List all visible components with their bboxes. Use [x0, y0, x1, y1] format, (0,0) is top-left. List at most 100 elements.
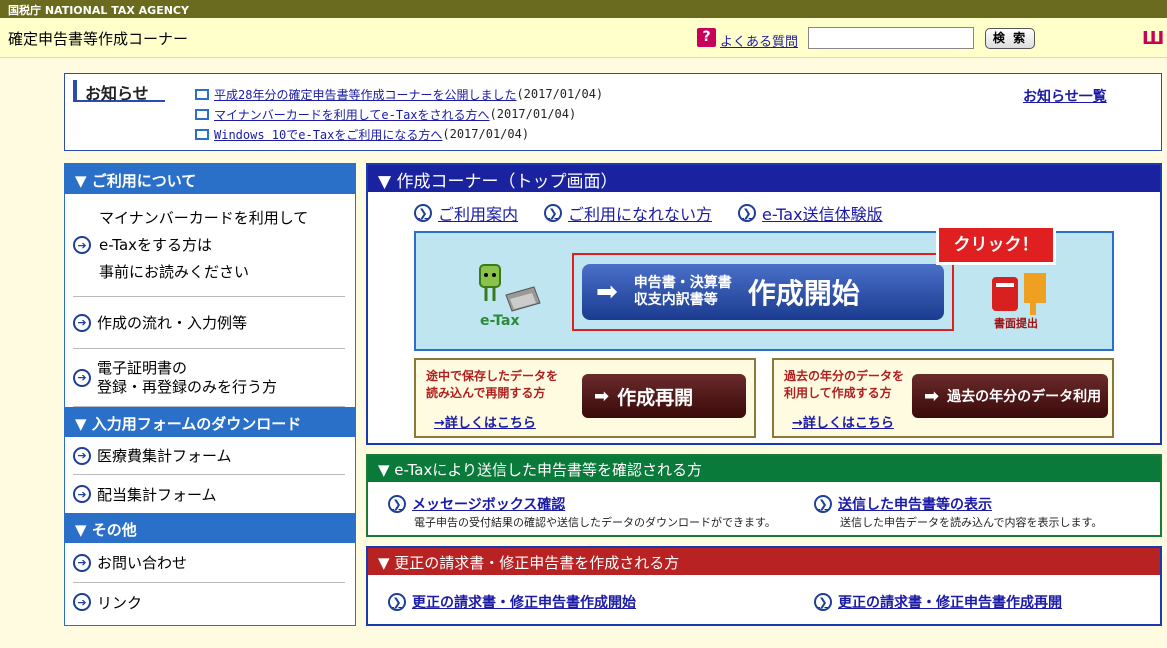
link-label: 更正の請求書・修正申告書作成開始	[412, 595, 636, 611]
sidebar-item-label: お問い合わせ	[97, 554, 188, 572]
sidebar-section-usage: ▼ ご利用について	[65, 164, 355, 194]
sidebar-item-label: 作成の流れ・入力例等	[97, 314, 248, 332]
etax-label: e-Tax	[480, 313, 520, 329]
correction-start-col: ❯ 更正の請求書・修正申告書作成開始	[388, 592, 636, 612]
message-box-link[interactable]: ❯ メッセージボックス確認	[388, 494, 776, 514]
sidebar-item-mynumber[interactable]: ➔ マイナンバーカードを利用して e-Taxをする方は 事前にお読みください	[73, 194, 345, 297]
news-link[interactable]: マイナンバーカードを利用してe-Taxをされる方へ	[214, 106, 490, 123]
sidebar-item-links[interactable]: ➔ リンク	[73, 583, 345, 621]
click-badge: クリック！	[936, 225, 1056, 265]
sublinks: ❯ ご利用案内 ❯ ご利用になれない方 ❯ e-Tax送信体験版	[414, 201, 883, 225]
sidebar: ▼ ご利用について ➔ マイナンバーカードを利用して e-Taxをする方は 事前…	[64, 163, 356, 626]
sidebar-section-other: ▼ その他	[65, 513, 355, 543]
news-all-link[interactable]: お知らせ一覧	[1023, 86, 1107, 106]
header: 確定申告書等作成コーナー ? よくある質問 検 索 Ш	[0, 18, 1167, 58]
etax-laptop-icon	[479, 264, 541, 312]
sidebar-item-label: 医療費集計フォーム	[97, 447, 232, 465]
past-data-button-label: 過去の年分のデータ利用	[947, 389, 1102, 405]
sidebar-item-flow[interactable]: ➔ 作成の流れ・入力例等	[73, 297, 345, 349]
news-list: 平成28年分の確定申告書等作成コーナーを公開しました (2017/01/04) …	[195, 84, 603, 144]
correction-panel: ▼ 更正の請求書・修正申告書を作成される方 ❯ 更正の請求書・修正申告書作成開始…	[366, 546, 1162, 626]
arrow-right-icon: ➡	[596, 277, 618, 307]
news-date: (2017/01/04)	[442, 127, 530, 141]
arrow-right-icon: ➔	[73, 368, 91, 387]
arrow-right-icon: ➡	[594, 385, 610, 407]
correction-resume-link[interactable]: ❯ 更正の請求書・修正申告書作成再開	[814, 592, 1062, 612]
page-title: 確定申告書等作成コーナー	[8, 30, 189, 48]
start-button[interactable]: ➡ 申告書・決算書 収支内訳書等 作成開始	[582, 264, 944, 320]
resume-button[interactable]: ➡ 作成再開	[582, 374, 746, 418]
start-subtitle: 申告書・決算書	[633, 275, 732, 291]
sidebar-item-label: 配当集計フォーム	[97, 485, 217, 504]
link-label: 更正の請求書・修正申告書作成再開	[838, 595, 1062, 611]
faq-icon[interactable]: ?	[697, 28, 716, 47]
sidebar-section-download: ▼ 入力用フォームのダウンロード	[65, 407, 355, 437]
mailbox-icon	[992, 273, 1046, 315]
past-data-desc: 過去の年分のデータを	[784, 369, 905, 383]
start-subtitle: 収支内訳書等	[633, 292, 718, 308]
resume-details-link[interactable]: →詳しくはこちら	[434, 412, 536, 431]
link-label: ご利用になれない方	[568, 205, 713, 224]
arrow-right-icon: ➔	[73, 485, 91, 503]
paper-label: 書面提出	[994, 317, 1038, 330]
message-box-desc: 電子申告の受付結果の確認や送信したデータのダウンロードができます。	[414, 516, 776, 529]
news-link[interactable]: Windows 10でe-Taxをご利用になる方へ	[214, 126, 442, 143]
link-unavailable[interactable]: ❯ ご利用になれない方	[544, 201, 712, 225]
chevron-right-icon: ❯	[414, 204, 432, 222]
sent-docs-link[interactable]: ❯ 送信した申告書等の表示	[814, 494, 1102, 514]
resume-button-label: 作成再開	[617, 386, 694, 409]
resume-desc: 読み込んで再開する方	[426, 386, 546, 400]
arrow-right-icon: ➔	[73, 593, 91, 611]
past-data-box: 過去の年分のデータを 利用して作成する方 →詳しくはこちら ➡ 過去の年分のデー…	[772, 358, 1114, 438]
sidebar-item-label: e-Taxをする方は	[99, 235, 213, 254]
link-etax-trial[interactable]: ❯ e-Tax送信体験版	[738, 201, 883, 225]
start-frame: ➡ 申告書・決算書 収支内訳書等 作成開始	[572, 253, 954, 331]
news-panel: お知らせ 平成28年分の確定申告書等作成コーナーを公開しました (2017/01…	[64, 73, 1162, 151]
sidebar-item-label: 電子証明書の	[97, 358, 188, 377]
sidebar-item-contact[interactable]: ➔ お問い合わせ	[73, 543, 345, 583]
arrow-right-icon: ➔	[73, 446, 91, 465]
link-guide[interactable]: ❯ ご利用案内	[414, 201, 518, 225]
news-date: (2017/01/04)	[516, 87, 604, 101]
arrow-right-icon: ➔	[73, 553, 91, 572]
chevron-right-icon: ❯	[388, 593, 406, 611]
hero-banner: e-Tax ➡ 申告書・決算書 収支内訳書等 作成開始 クリック！ 書面提出	[414, 225, 1114, 351]
start-label: 作成開始	[747, 277, 860, 310]
main-title: ▼ 作成コーナー（トップ画面）	[368, 165, 1160, 192]
past-data-details-link[interactable]: →詳しくはこちら	[792, 412, 894, 431]
news-label: お知らせ	[73, 80, 165, 103]
correction-start-link[interactable]: ❯ 更正の請求書・修正申告書作成開始	[388, 592, 636, 612]
news-date: (2017/01/04)	[489, 107, 577, 121]
link-label: メッセージボックス確認	[412, 497, 566, 513]
sidebar-item-medical[interactable]: ➔ 医療費集計フォーム	[73, 437, 345, 475]
resume-box: 途中で保存したデータを 読み込んで再開する方 →詳しくはこちら ➡ 作成再開	[414, 358, 756, 438]
window-icon	[195, 108, 209, 120]
sent-docs-desc: 送信した申告データを読み込んで内容を表示します。	[840, 516, 1103, 529]
chevron-right-icon: ❯	[814, 593, 832, 611]
main-panel: ▼ 作成コーナー（トップ画面） ❯ ご利用案内 ❯ ご利用になれない方 ❯ e-…	[366, 163, 1162, 445]
sidebar-item-certificate[interactable]: ➔ 電子証明書の 登録・再登録のみを行う方	[73, 349, 345, 407]
resume-desc: 途中で保存したデータを	[426, 369, 559, 383]
search-button[interactable]: 検 索	[985, 28, 1035, 49]
chevron-right-icon: ❯	[738, 204, 757, 222]
agency-bar: 国税庁 NATIONAL TAX AGENCY	[0, 0, 1167, 18]
news-item: マイナンバーカードを利用してe-Taxをされる方へ (2017/01/04)	[195, 104, 603, 124]
news-item: Windows 10でe-Taxをご利用になる方へ (2017/01/04)	[195, 124, 603, 144]
news-link[interactable]: 平成28年分の確定申告書等作成コーナーを公開しました	[214, 86, 516, 103]
link-label: ご利用案内	[438, 205, 519, 224]
past-data-button[interactable]: ➡ 過去の年分のデータ利用	[912, 374, 1108, 418]
etax-panel-title: ▼ e-Taxにより送信した申告書等を確認される方	[368, 456, 1160, 482]
arrow-right-icon: ➡	[924, 385, 940, 407]
sidebar-item-dividend[interactable]: ➔ 配当集計フォーム	[73, 475, 345, 513]
sent-docs-col: ❯ 送信した申告書等の表示 送信した申告データを読み込んで内容を表示します。	[814, 494, 1102, 530]
link-label: e-Tax送信体験版	[762, 205, 883, 224]
correction-panel-title: ▼ 更正の請求書・修正申告書を作成される方	[368, 548, 1160, 575]
sidebar-item-label: リンク	[97, 593, 143, 612]
window-icon	[195, 128, 209, 140]
search-input[interactable]	[808, 27, 974, 49]
faq-link[interactable]: よくある質問	[720, 31, 798, 50]
news-item: 平成28年分の確定申告書等作成コーナーを公開しました (2017/01/04)	[195, 84, 603, 104]
sidebar-item-label: マイナンバーカードを利用して	[99, 208, 309, 227]
correction-resume-col: ❯ 更正の請求書・修正申告書作成再開	[814, 592, 1062, 612]
book-icon[interactable]: Ш	[1142, 28, 1164, 49]
